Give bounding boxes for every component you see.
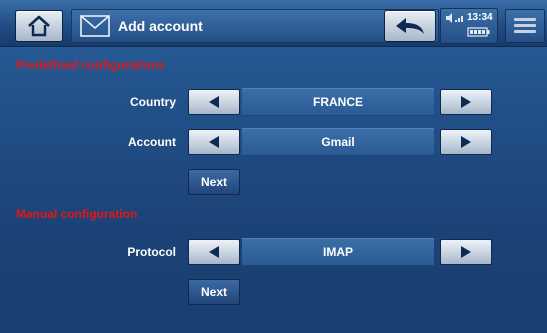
- envelope-icon: [80, 15, 110, 37]
- country-label: Country: [130, 95, 176, 109]
- account-next-button[interactable]: [440, 129, 492, 155]
- protocol-label: Protocol: [127, 245, 176, 259]
- right-arrow-icon: [461, 96, 471, 108]
- country-prev-button[interactable]: [188, 89, 240, 115]
- account-value: Gmail: [242, 128, 434, 156]
- back-button[interactable]: [384, 10, 436, 42]
- top-bar: Add account 13:34: [0, 0, 547, 47]
- status-area: 13:34: [440, 8, 498, 44]
- next-predefined-button[interactable]: Next: [188, 169, 240, 195]
- right-arrow-icon: [461, 246, 471, 258]
- clock: 13:34: [467, 12, 493, 23]
- country-value: FRANCE: [242, 88, 434, 116]
- left-arrow-icon: [209, 136, 219, 148]
- account-prev-button[interactable]: [188, 129, 240, 155]
- country-next-button[interactable]: [440, 89, 492, 115]
- right-arrow-icon: [461, 136, 471, 148]
- home-icon: [28, 15, 50, 37]
- page-title: Add account: [118, 18, 203, 34]
- home-button[interactable]: [15, 10, 63, 42]
- left-arrow-icon: [209, 246, 219, 258]
- next-manual-button[interactable]: Next: [188, 279, 240, 305]
- menu-icon: [514, 18, 536, 21]
- predefined-section-title: Predefined configurations: [16, 58, 165, 72]
- left-arrow-icon: [209, 96, 219, 108]
- menu-button[interactable]: [505, 9, 545, 43]
- protocol-prev-button[interactable]: [188, 239, 240, 265]
- manual-section-title: Manual configuration: [16, 207, 138, 221]
- account-label: Account: [128, 135, 176, 149]
- protocol-next-button[interactable]: [440, 239, 492, 265]
- protocol-value: IMAP: [242, 238, 434, 266]
- battery-icon: [467, 27, 490, 37]
- back-arrow-icon: [396, 18, 424, 34]
- volume-icon: [446, 13, 463, 23]
